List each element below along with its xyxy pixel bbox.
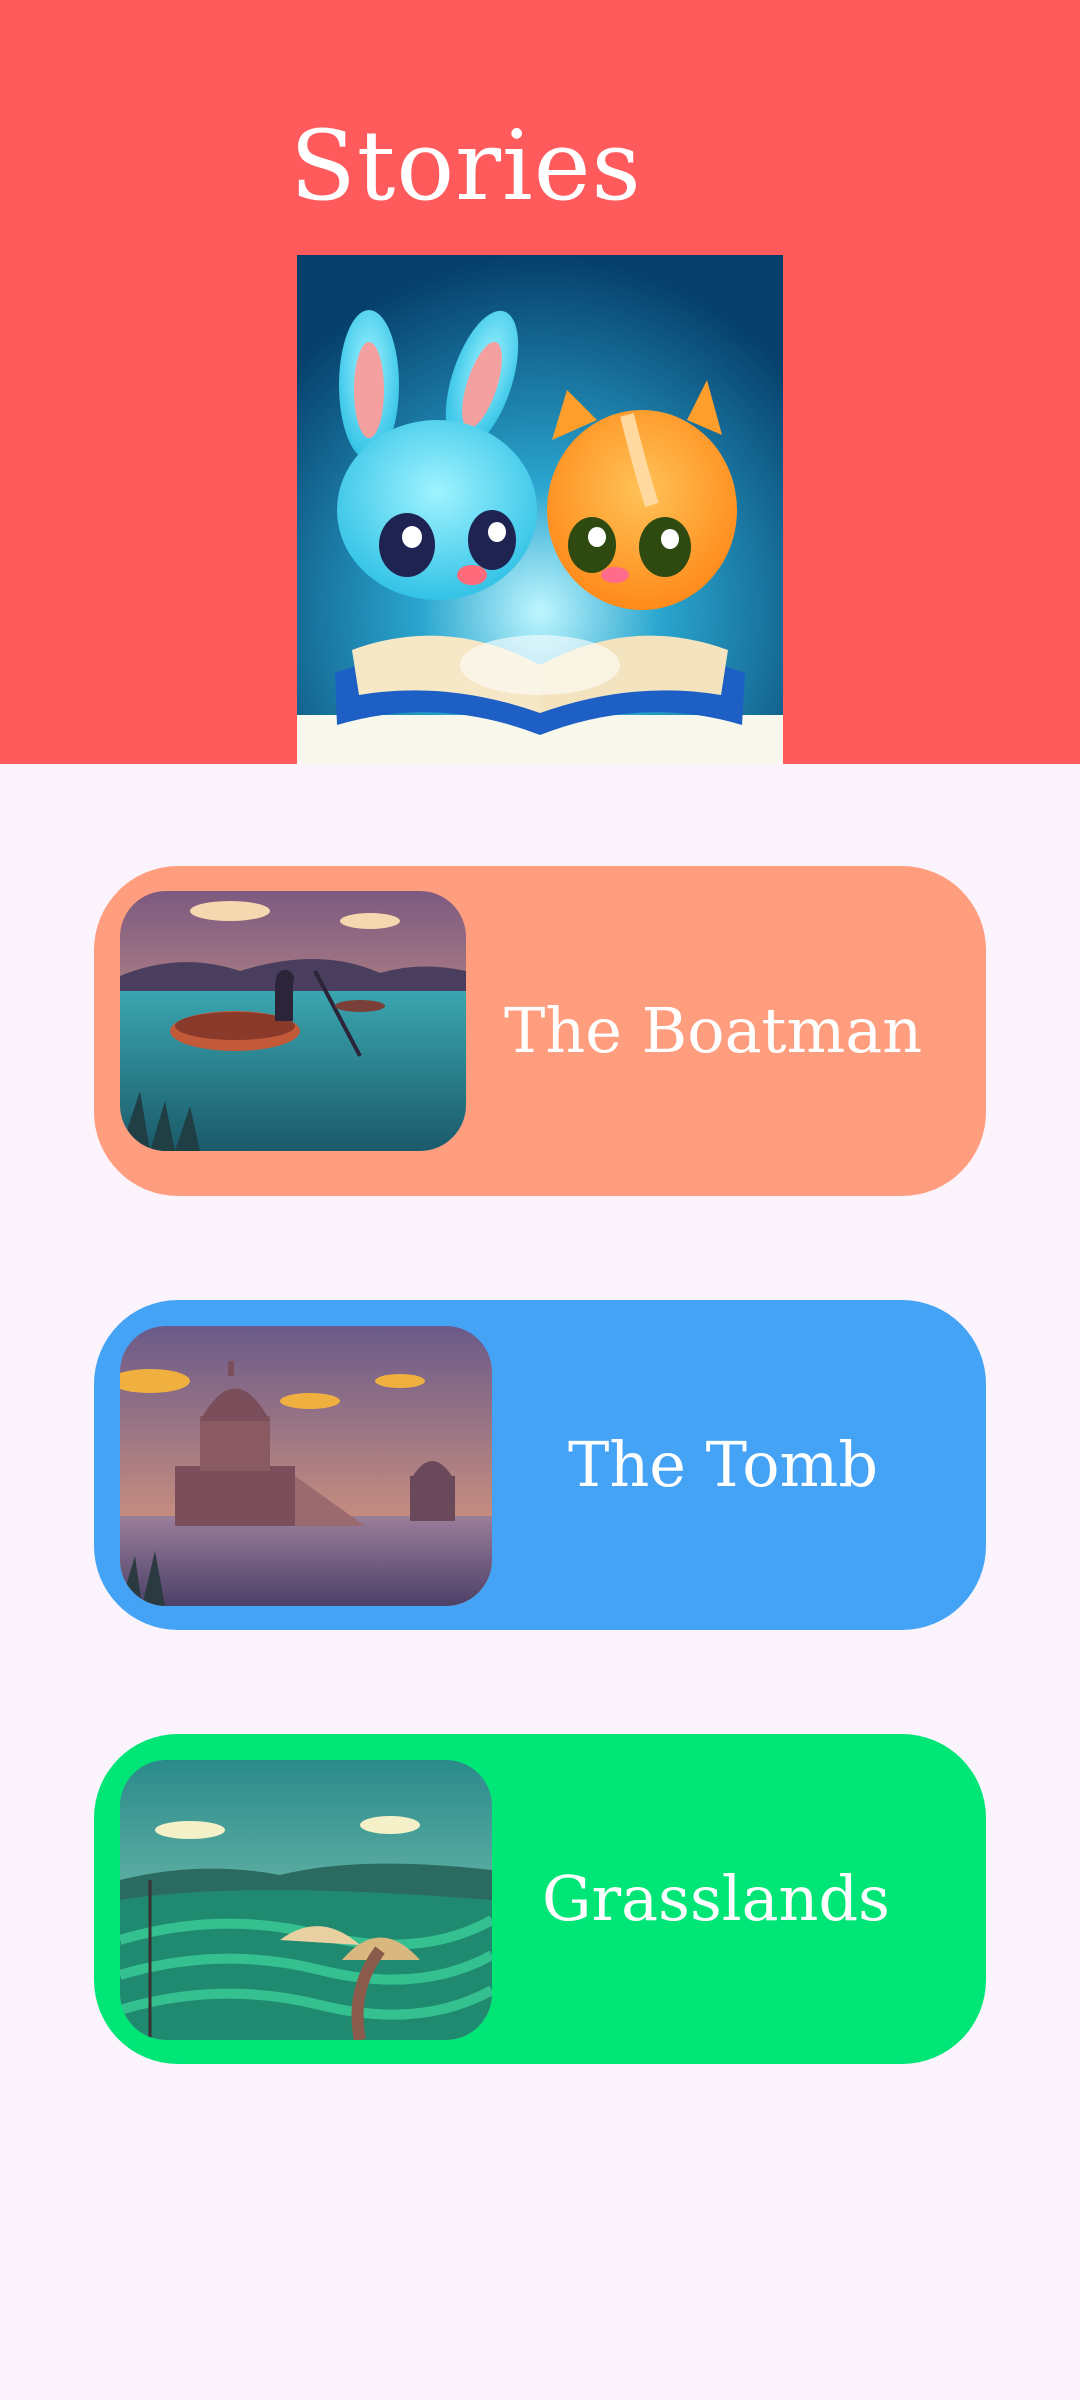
story-card-the-boatman[interactable]: The Boatman xyxy=(94,866,986,1196)
story-title: Grasslands xyxy=(542,1862,890,1935)
story-title: The Boatman xyxy=(504,994,923,1067)
header: Stories xyxy=(0,0,1080,764)
hero-image xyxy=(297,255,783,764)
tomb-illustration xyxy=(120,1326,492,1606)
boatman-illustration xyxy=(120,891,466,1151)
story-title: The Tomb xyxy=(568,1428,879,1501)
page-title: Stories xyxy=(290,110,642,222)
story-card-grasslands[interactable]: Grasslands xyxy=(94,1734,986,2064)
bunny-cat-reading-illustration xyxy=(297,255,783,764)
story-thumbnail-the-tomb xyxy=(120,1326,492,1606)
grasslands-illustration xyxy=(120,1760,492,2040)
story-thumbnail-grasslands xyxy=(120,1760,492,2040)
story-card-the-tomb[interactable]: The Tomb xyxy=(94,1300,986,1630)
story-thumbnail-the-boatman xyxy=(120,891,466,1151)
